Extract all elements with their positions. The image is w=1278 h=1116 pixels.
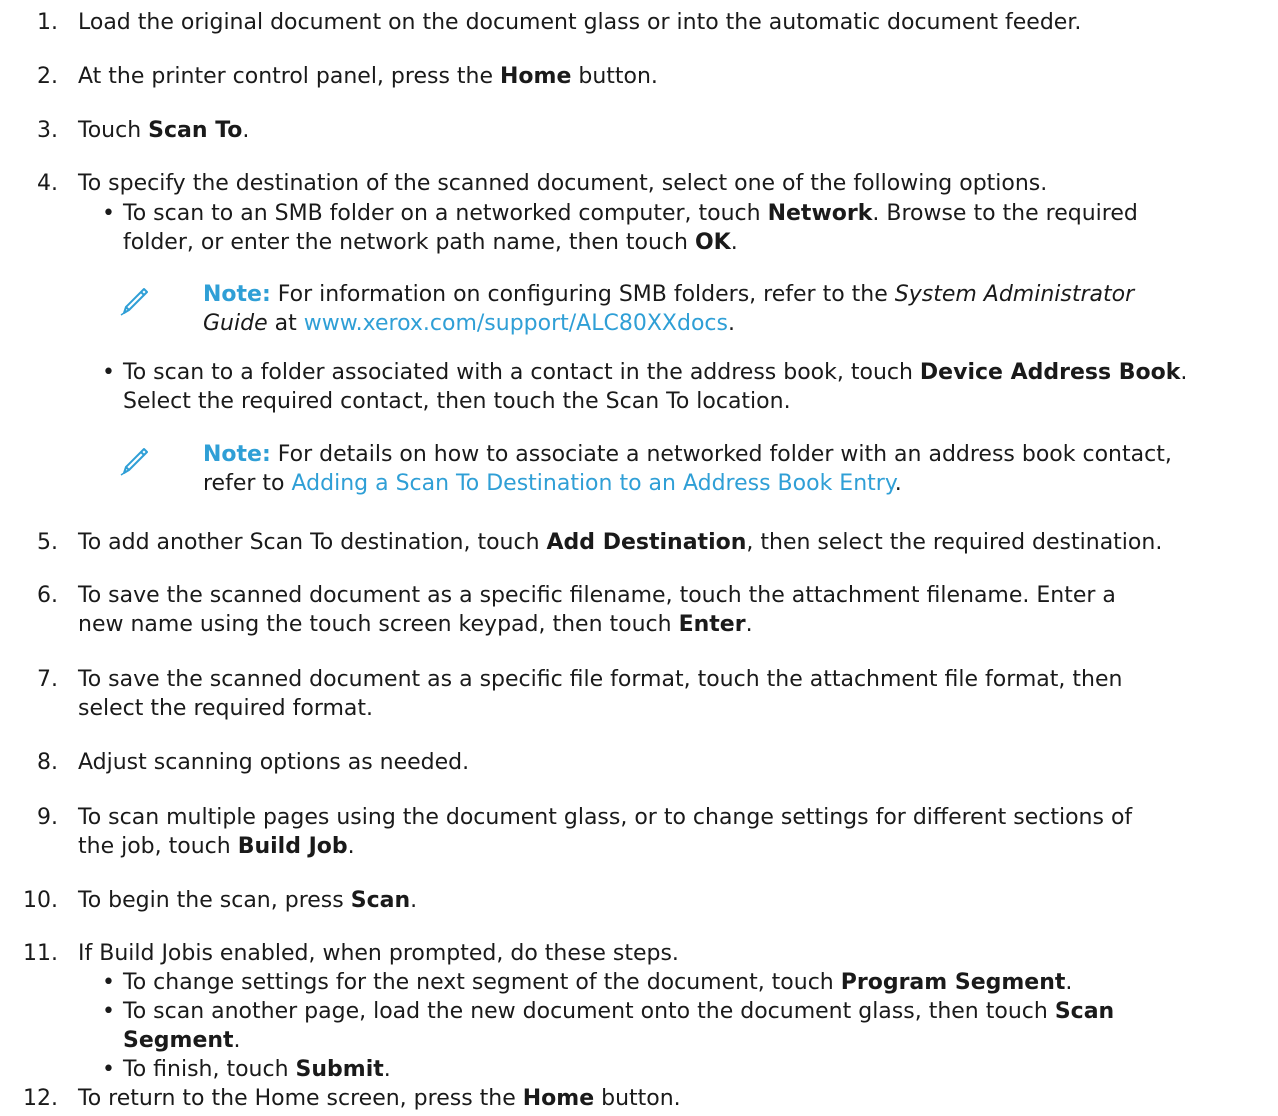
note-text: Note: For information on configuring SMB… (203, 282, 1135, 336)
step-number: 3. (37, 118, 58, 143)
step-text: To return to the Home screen, press the … (78, 1086, 681, 1111)
step-number: 11. (23, 941, 58, 966)
step-number: 10. (23, 888, 58, 913)
step-number: 5. (37, 530, 58, 555)
step-number: 9. (37, 805, 58, 830)
bullet-text: To scan another page, load the new docum… (123, 999, 1115, 1053)
pencil-icon (120, 288, 148, 316)
bullet-glyph: • (102, 999, 115, 1024)
step-text: To add another Scan To destination, touc… (78, 530, 1163, 555)
procedure-page: 1. Load the original document on the doc… (0, 0, 1278, 1116)
step-text: To save the scanned document as a specif… (78, 667, 1123, 721)
ui-term-enter: Enter (678, 612, 746, 637)
bullet-glyph: • (102, 1057, 115, 1082)
step-text: Touch Scan To. (78, 118, 250, 143)
note-label: Note: (203, 282, 271, 307)
bullet-glyph: • (102, 970, 115, 995)
step-text: To begin the scan, press Scan. (78, 888, 418, 913)
step-number: 1. (37, 10, 58, 35)
ui-term-segment: Segment (123, 1028, 234, 1053)
support-docs-link[interactable]: www.xerox.com/support/ALC80XXdocs (304, 311, 728, 336)
step-text: To specify the destination of the scanne… (78, 171, 1048, 196)
step-text: At the printer control panel, press the … (78, 64, 658, 89)
ui-term-submit: Submit (295, 1057, 384, 1082)
note-label: Note: (203, 442, 271, 467)
step-text: If Build Jobis enabled, when prompted, d… (78, 941, 679, 966)
ui-term-network: Network (767, 201, 873, 226)
step-text: To save the scanned document as a specif… (78, 583, 1116, 637)
ui-term-add-destination: Add Destination (546, 530, 747, 555)
bullet-text: To scan to an SMB folder on a networked … (123, 201, 1138, 255)
ui-term-program-segment: Program Segment (840, 970, 1066, 995)
step-number: 2. (37, 64, 58, 89)
step-number: 6. (37, 583, 58, 608)
address-book-entry-link[interactable]: Adding a Scan To Destination to an Addre… (292, 471, 895, 496)
bullet-glyph: • (102, 360, 115, 385)
note-text: Note: For details on how to associate a … (203, 442, 1172, 496)
ui-term-ok: OK (694, 230, 731, 255)
ui-term-home: Home (500, 64, 572, 89)
bullet-text: To scan to a folder associated with a co… (123, 360, 1188, 414)
pencil-icon (120, 448, 148, 476)
bullet-text: To finish, touch Submit. (123, 1057, 391, 1082)
ui-term-scan-to: Scan To (148, 118, 243, 143)
step-number: 4. (37, 171, 58, 196)
step-text: Load the original document on the docume… (78, 10, 1082, 35)
ui-term-scan: Scan (350, 888, 411, 913)
step-number: 12. (23, 1086, 58, 1111)
step-text: To scan multiple pages using the documen… (78, 805, 1133, 859)
step-text: Adjust scanning options as needed. (78, 750, 470, 775)
ui-term-build-job: Build Job (237, 834, 348, 859)
step-number: 8. (37, 750, 58, 775)
ui-term-scan: Scan (1054, 999, 1115, 1024)
bullet-glyph: • (102, 201, 115, 226)
ui-term-device-address-book: Device Address Book (919, 360, 1181, 385)
step-number: 7. (37, 667, 58, 692)
ui-term-home: Home (522, 1086, 595, 1111)
bullet-text: To change settings for the next segment … (123, 970, 1073, 995)
